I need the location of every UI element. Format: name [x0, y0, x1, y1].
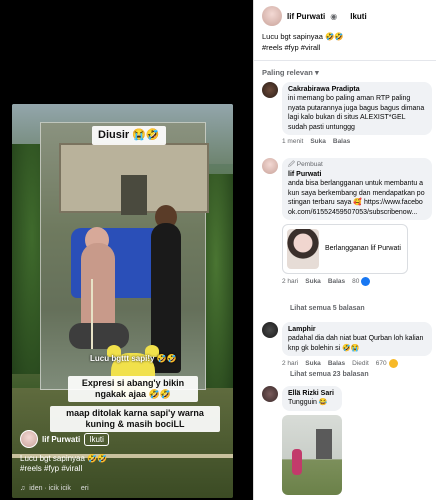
post-header: lif Purwati ◉ Ikuti Lucu bgt sapinyaa 🤣🤣…: [254, 0, 436, 58]
reaction-count[interactable]: 80: [352, 276, 371, 286]
comment-text: Tungguin 😂: [288, 399, 328, 407]
photo-person: [292, 448, 302, 475]
follow-button[interactable]: Ikuti: [350, 12, 366, 21]
comment-item: 🖉 Pembuat lif Purwati anda bisa berlangg…: [262, 158, 432, 286]
reel-caption: Lucu bgt sapinyaa 🤣🤣 #reels #fyp #virall: [20, 454, 107, 475]
subscribe-link-card[interactable]: Berlangganan lif Purwati: [282, 223, 408, 274]
reply-button[interactable]: Balas: [333, 138, 350, 145]
link-card-thumbnail: [287, 228, 319, 269]
comment-time[interactable]: 2 hari: [282, 278, 298, 285]
post-caption-hashtags[interactable]: #reels #fyp #virall: [262, 43, 428, 54]
avatar[interactable]: [262, 386, 278, 402]
reaction-count-value: 670: [375, 360, 387, 368]
comment-time[interactable]: 1 menit: [282, 138, 303, 145]
avatar[interactable]: [262, 6, 282, 26]
comment-item: Lamphir padahal dia dah niat buat Qurban…: [262, 322, 432, 369]
reel-follow-button[interactable]: Ikuti: [84, 432, 109, 446]
haha-reaction-icon: [388, 359, 398, 369]
avatar[interactable]: [262, 322, 278, 338]
reel-comments-screen: Diusir 😭🤣 Lucu bgttt sapi!y 🤣🤣 Expresi s…: [0, 0, 436, 500]
reel-caption-line1: Lucu bgt sapinyaa 🤣🤣: [20, 454, 108, 463]
photo-door: [316, 428, 332, 459]
like-button[interactable]: Suka: [305, 278, 321, 285]
post-author-name[interactable]: lif Purwati: [287, 12, 325, 21]
post-caption: Lucu bgt sapinyaa 🤣🤣 #reels #fyp #virall: [262, 32, 428, 54]
video-house: [59, 143, 209, 215]
sort-dropdown[interactable]: Paling relevan ▾: [262, 68, 319, 77]
view-replies-link[interactable]: Lihat semua 23 balasan: [290, 371, 369, 378]
comment-bubble: 🖉 Pembuat lif Purwati anda bisa berlangg…: [282, 158, 432, 220]
like-button[interactable]: Suka: [305, 360, 321, 367]
video-house-door: [121, 175, 147, 215]
reaction-count-value: 80: [352, 277, 360, 285]
video-inner-frame: [40, 122, 209, 399]
reply-button[interactable]: Balas: [328, 360, 345, 367]
reply-button[interactable]: Balas: [328, 278, 345, 285]
comment-text: ini memang bo paling aman RTP paling nya…: [288, 95, 425, 131]
comment-author[interactable]: Lamphir: [288, 325, 426, 334]
creator-badge: 🖉 Pembuat: [288, 161, 323, 168]
reel-audio[interactable]: ♫ iden · icik icik eri: [20, 485, 89, 492]
reel-video[interactable]: Diusir 😭🤣 Lucu bgttt sapi!y 🤣🤣 Expresi s…: [12, 104, 233, 498]
reel-author-row: lif Purwati Ikuti: [20, 430, 109, 448]
avatar[interactable]: [262, 158, 278, 174]
comment-item: Ellä Rizki Sari Tungguin 😂: [262, 386, 432, 495]
comment-item: Cakrabirawa Pradipta ini memang bo palin…: [262, 82, 432, 145]
comment-actions: 1 menit Suka Balas: [282, 138, 432, 145]
reaction-count[interactable]: 670: [375, 359, 398, 369]
comment-actions: 2 hari Suka Balas Diedit 670: [282, 359, 432, 369]
like-reaction-icon: [361, 276, 371, 286]
comment-text: padahal dia dah niat buat Qurban loh kal…: [288, 335, 424, 352]
reel-caption-hashtags[interactable]: #reels #fyp #virall: [20, 464, 107, 474]
comments-panel: lif Purwati ◉ Ikuti Lucu bgt sapinyaa 🤣🤣…: [253, 0, 436, 500]
link-card-text: Berlangganan lif Purwati: [325, 245, 401, 253]
post-caption-line1: Lucu bgt sapinyaa 🤣🤣: [262, 32, 344, 41]
comment-bubble: Cakrabirawa Pradipta ini memang bo palin…: [282, 82, 432, 136]
music-note-icon: ♫: [20, 485, 26, 492]
overlay-lucu: Lucu bgttt sapi!y 🤣🤣: [90, 354, 177, 363]
globe-icon: ◉: [330, 11, 338, 21]
reel-viewer: Diusir 😭🤣 Lucu bgttt sapi!y 🤣🤣 Expresi s…: [0, 0, 253, 500]
reel-audio-text: iden · icik icik: [29, 485, 71, 492]
video-rope: [91, 279, 93, 349]
view-replies-link[interactable]: Lihat semua 5 balasan: [290, 305, 365, 312]
comment-time[interactable]: 2 hari: [282, 360, 298, 367]
comment-bubble: Ellä Rizki Sari Tungguin 😂: [282, 386, 342, 411]
divider: [254, 60, 436, 61]
overlay-diusir: Diusir 😭🤣: [92, 126, 166, 146]
comment-actions: 2 hari Suka Balas 80: [282, 276, 432, 286]
reel-audio-text-2: eri: [80, 485, 89, 492]
comment-author[interactable]: lif Purwati: [288, 170, 426, 179]
comment-text: anda bisa berlangganan untuk membantu ak…: [288, 180, 425, 216]
edited-label: Diedit: [352, 360, 369, 368]
overlay-expresi: Expresi si abang'y bikin ngakak ajaa 🤣🤣: [68, 376, 198, 402]
comment-bubble: Lamphir padahal dia dah niat buat Qurban…: [282, 322, 432, 357]
comment-author[interactable]: Ellä Rizki Sari: [288, 389, 336, 398]
like-button[interactable]: Suka: [310, 138, 326, 145]
avatar[interactable]: [20, 430, 38, 448]
comment-photo[interactable]: [282, 414, 342, 495]
avatar[interactable]: [262, 82, 278, 98]
comment-author[interactable]: Cakrabirawa Pradipta: [288, 85, 426, 94]
overlay-maap: maap ditolak karna sapi'y warna kuning &…: [50, 406, 220, 432]
reel-author-name[interactable]: lif Purwati: [42, 435, 80, 444]
video-motorbike: [69, 323, 129, 349]
